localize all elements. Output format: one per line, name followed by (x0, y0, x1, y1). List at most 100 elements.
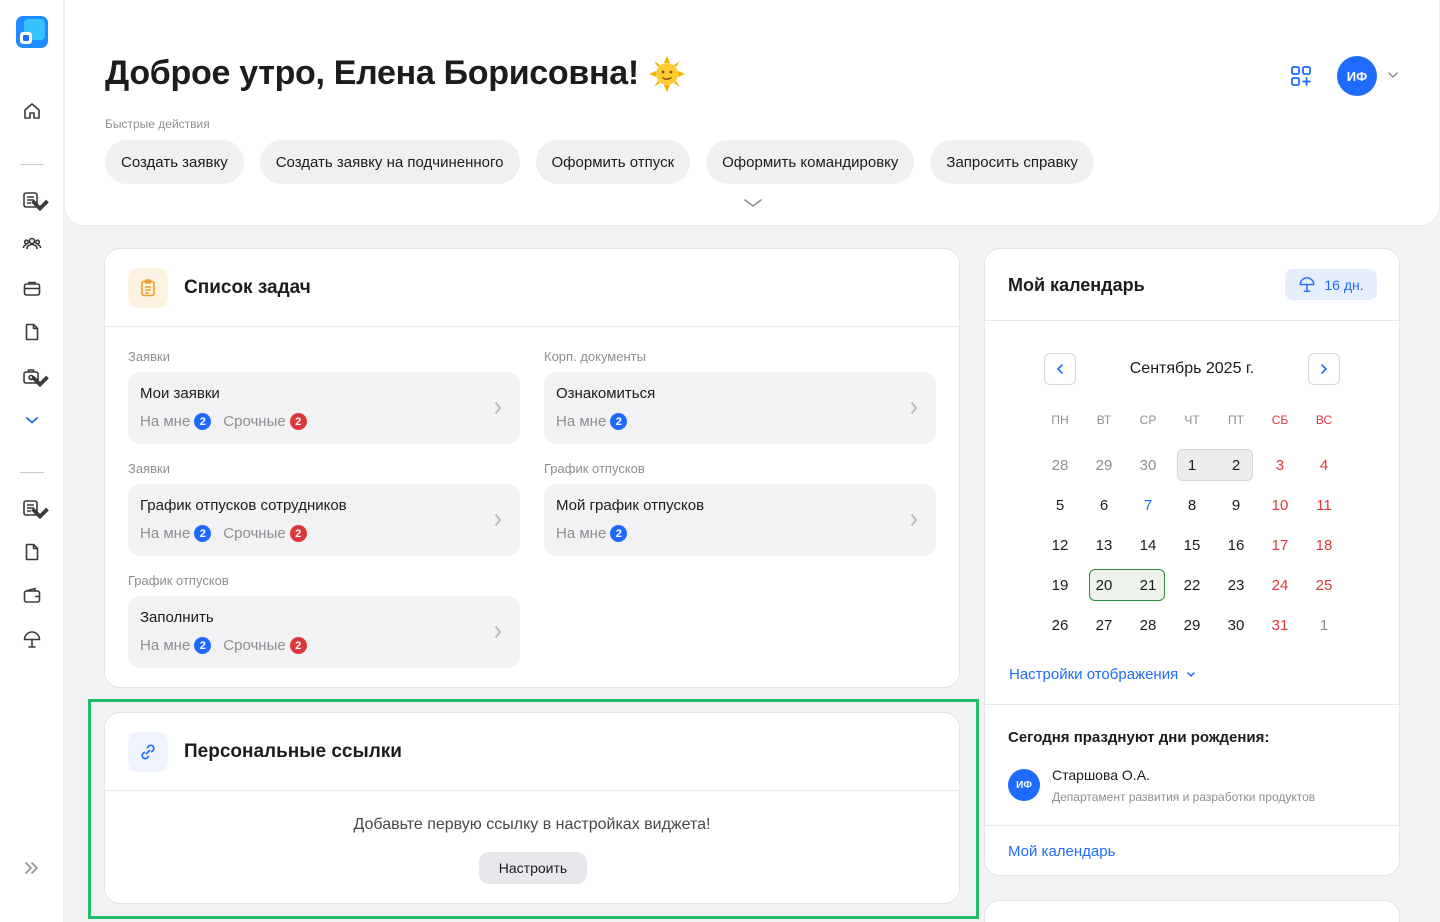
expand-sidebar-icon[interactable] (16, 852, 48, 884)
links-empty-text: Добавьте первую ссылку в настройках видж… (353, 816, 711, 833)
calendar-day[interactable]: 2 (1214, 449, 1258, 481)
calendar-day[interactable]: 3 (1258, 449, 1302, 481)
birthday-title: Сегодня празднуют дни рождения: (1008, 729, 1270, 746)
calendar-day[interactable]: 24 (1258, 569, 1302, 601)
requests-menu-icon[interactable] (16, 184, 49, 216)
calendar-day[interactable]: 9 (1214, 489, 1258, 521)
calendar-day[interactable]: 15 (1170, 529, 1214, 561)
task-me-label: На мне (140, 525, 191, 542)
list-menu-icon[interactable] (16, 492, 49, 524)
configure-button[interactable]: Настроить (479, 852, 587, 884)
briefcase-icon[interactable] (16, 272, 48, 304)
file-icon[interactable] (16, 536, 48, 568)
task-me-badge: 2 (610, 525, 628, 542)
task-meta: На мне 2 (556, 413, 639, 430)
business-trip-menu-icon[interactable] (16, 360, 49, 392)
month-label: Сентябрь 2025 г. (1129, 360, 1255, 377)
task-me-label: На мне (556, 413, 607, 430)
clipboard-icon (128, 267, 168, 308)
calendar-day[interactable]: 22 (1170, 569, 1214, 601)
next-month-button[interactable] (1308, 353, 1340, 385)
display-settings-link[interactable]: Настройки отображения (1009, 666, 1196, 683)
calendar-day[interactable]: 7 (1126, 489, 1170, 521)
calendar-day[interactable]: 28 (1038, 449, 1082, 481)
calendar-day[interactable]: 17 (1258, 529, 1302, 561)
greeting-text: Доброе утро, Елена Борисовна! (105, 54, 639, 92)
calendar-day[interactable]: 8 (1170, 489, 1214, 521)
calendar-day[interactable]: 4 (1302, 449, 1346, 481)
calendar-day[interactable]: 6 (1082, 489, 1126, 521)
chevron-right-icon (495, 402, 502, 414)
chevron-down-icon[interactable] (1387, 70, 1399, 80)
task-me-label: На мне (556, 525, 607, 542)
calendar-day[interactable]: 1 (1302, 609, 1346, 641)
calendar-day[interactable]: 13 (1082, 529, 1126, 561)
task-my-requests[interactable]: Мои заявки На мне 2 Срочные 2 (128, 372, 520, 444)
calendar-day[interactable]: 14 (1126, 529, 1170, 561)
calendar-day[interactable]: 29 (1170, 609, 1214, 641)
chevron-right-icon (495, 514, 502, 526)
calendar-day[interactable]: 19 (1038, 569, 1082, 601)
my-calendar-link[interactable]: Мой календарь (1008, 843, 1115, 860)
calendar-day[interactable]: 27 (1082, 609, 1126, 641)
calendar-day[interactable]: 18 (1302, 529, 1346, 561)
calendar-day[interactable]: 25 (1302, 569, 1346, 601)
umbrella-icon[interactable] (16, 624, 48, 656)
calendar-day[interactable]: 26 (1038, 609, 1082, 641)
task-group-label: График отпусков (544, 461, 645, 476)
app-logo[interactable] (16, 16, 48, 48)
weekday-label: ПТ (1228, 413, 1244, 427)
create-request-button[interactable]: Создать заявку (105, 140, 244, 184)
expand-quick-actions-icon[interactable] (742, 196, 764, 210)
task-urgent-badge: 2 (289, 637, 307, 654)
calendar-day[interactable]: 21 (1126, 569, 1170, 601)
sidebar-divider (20, 164, 44, 165)
quick-actions-label: Быстрые действия (105, 117, 210, 131)
vacation-request-button[interactable]: Оформить отпуск (535, 140, 691, 184)
tasks-header: Список задач (105, 249, 959, 327)
task-group-label: График отпусков (128, 573, 229, 588)
chevron-right-icon (1321, 364, 1328, 374)
calendar-day[interactable]: 23 (1214, 569, 1258, 601)
personal-links-widget: Персональные ссылки Добавьте первую ссыл… (104, 712, 960, 904)
task-my-vacations[interactable]: Мой график отпусков На мне 2 (544, 484, 936, 556)
calendar-day[interactable]: 12 (1038, 529, 1082, 561)
calendar-day[interactable]: 29 (1082, 449, 1126, 481)
prev-month-button[interactable] (1044, 353, 1076, 385)
task-employee-vacations[interactable]: График отпусков сотрудников На мне 2 Сро… (128, 484, 520, 556)
avatar[interactable]: ИФ (1008, 769, 1040, 801)
request-certificate-button[interactable]: Запросить справку (930, 140, 1094, 184)
page-title: Доброе утро, Елена Борисовна! (105, 54, 685, 93)
calendar-day[interactable]: 1 (1170, 449, 1214, 481)
task-fill-schedule[interactable]: Заполнить На мне 2 Срочные 2 (128, 596, 520, 668)
chevron-down-icon[interactable] (16, 404, 48, 436)
task-title: Ознакомиться (556, 385, 656, 402)
calendar-day[interactable]: 31 (1258, 609, 1302, 641)
calendar-day[interactable]: 16 (1214, 529, 1258, 561)
chevron-right-icon (495, 626, 502, 638)
calendar-day[interactable]: 28 (1126, 609, 1170, 641)
chevron-right-icon (911, 514, 918, 526)
wallet-icon[interactable] (16, 580, 48, 612)
business-trip-button[interactable]: Оформить командировку (706, 140, 915, 184)
weekday-label: СБ (1271, 413, 1289, 427)
document-icon[interactable] (16, 316, 48, 348)
avatar[interactable]: ИФ (1337, 56, 1377, 96)
calendar-day[interactable]: 5 (1038, 489, 1082, 521)
calendar-day[interactable]: 20 (1082, 569, 1126, 601)
task-acknowledge[interactable]: Ознакомиться На мне 2 (544, 372, 936, 444)
sidebar-divider (20, 472, 44, 473)
next-widget (984, 900, 1400, 922)
calendar-day[interactable]: 10 (1258, 489, 1302, 521)
create-subordinate-request-button[interactable]: Создать заявку на подчиненного (259, 140, 520, 184)
birthday-person-name[interactable]: Старшова О.А. (1052, 767, 1150, 783)
vacation-days-badge[interactable]: 16 дн. (1285, 269, 1377, 300)
calendar-day[interactable]: 11 (1302, 489, 1346, 521)
task-me-label: На мне (140, 413, 191, 430)
calendar-day[interactable]: 30 (1214, 609, 1258, 641)
apps-add-icon[interactable] (1289, 64, 1313, 88)
weekday-label: СР (1139, 413, 1157, 427)
calendar-day[interactable]: 30 (1126, 449, 1170, 481)
users-icon[interactable] (16, 228, 48, 260)
home-icon[interactable] (16, 95, 48, 127)
